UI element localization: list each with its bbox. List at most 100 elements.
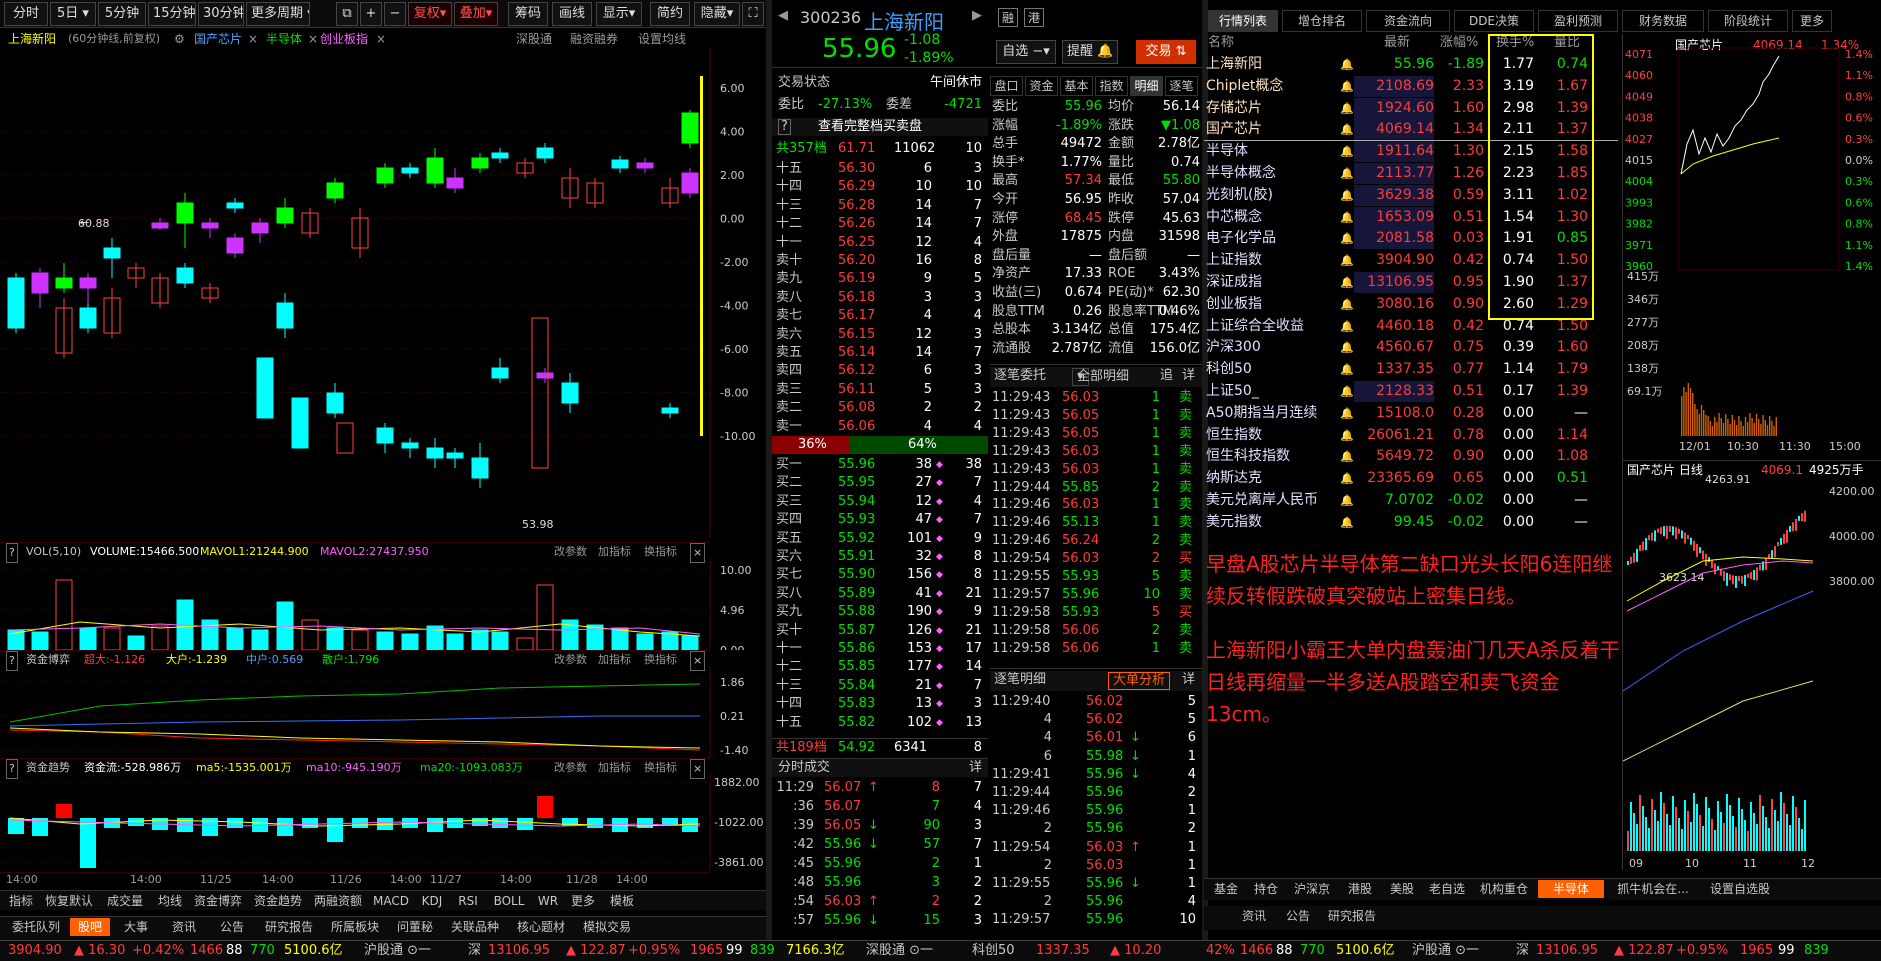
bell-icon[interactable]: 🔔 [1340,403,1354,424]
bell-icon[interactable]: 🔔 [1340,207,1354,228]
tag-close-icon[interactable]: × [376,29,386,49]
buy-row[interactable]: 十三 55.84 21 ◆ 7 [772,677,988,695]
indicator_tabs-tab[interactable]: KDJ [416,892,448,910]
entrust-detail-button[interactable]: 详 [1182,367,1195,385]
zoom-in-icon[interactable]: + [360,2,382,26]
indicator_tabs-tab[interactable]: 更多 [566,892,600,910]
zixuan-button[interactable]: 自选 −▾ [996,40,1056,64]
bottom_tabs-tab[interactable]: 资讯 [162,918,206,936]
kline-chart[interactable]: 6.00 4.00 2.00 0.00 -2.00 -4.00 -6.00 -8.00 -10.… [0,48,766,538]
sell-row[interactable]: 卖十 56.20 16 8 [772,252,988,270]
fenshi-detail-button[interactable]: 详 [969,759,982,777]
wl_bottom_tabs-tab[interactable]: 老自选 [1424,880,1470,898]
wl_bottom_tabs-tab[interactable]: 沪深京 [1288,880,1336,898]
draw-button[interactable]: 画线 [552,2,592,26]
buy-row[interactable]: 十四 55.83 13 ◆ 3 [772,695,988,713]
wl-tab[interactable]: DDE决策 [1454,10,1534,32]
entrust-filter[interactable]: 全部明细 ▾ [1072,368,1129,386]
bottom_tabs-tab[interactable]: 问董秘 [390,918,440,936]
bell-icon[interactable]: 🔔 [1340,316,1354,337]
indicator_tabs-tab[interactable]: BOLL [488,892,530,910]
help-icon[interactable]: ? [778,119,791,135]
col-pct[interactable]: 涨幅% [1440,34,1478,52]
bottom_tabs-tab[interactable]: 股吧 [70,918,110,936]
wl-tab[interactable]: 财务数据 [1622,10,1704,32]
buy-row[interactable]: 买五 55.92 101 ◆ 9 [772,530,988,548]
big-order-button[interactable]: 大单分析 [1108,672,1171,690]
buy-row[interactable]: 买一 55.96 38 ◆ 38 [772,456,988,474]
bell-icon[interactable]: 🔔 [1340,425,1354,446]
mid_bottom_tabs-tab[interactable]: 资讯 [1234,907,1274,925]
watchlist-row[interactable]: 科创50 🔔 1337.35 0.77 1.14 1.79 [1204,359,1618,380]
bottom_tabs-tab[interactable]: 核心题材 [510,918,572,936]
link-rzrq[interactable]: 融资融券 [570,29,618,49]
r-hgt[interactable]: 沪股通 ⊙一 [1412,941,1479,961]
bell-icon[interactable]: 🔔 [1340,250,1354,271]
mid_bottom_tabs-tab[interactable]: 公告 [1278,907,1318,925]
period-15min[interactable]: 15分钟 [148,2,196,26]
chip-button[interactable]: 筹码 [508,2,548,26]
tag-chuangye[interactable]: 创业板指 [320,29,368,49]
indicator_tabs-tab[interactable]: 资金趋势 [250,892,306,910]
buy-row[interactable]: 买三 55.94 12 ◆ 4 [772,493,988,511]
detail-more-button[interactable]: 详 [1182,671,1195,689]
bell-icon[interactable]: 🔔 [1340,381,1354,402]
period-fenshi[interactable]: 分时 [4,2,48,26]
tag-close-icon[interactable]: × [308,29,318,49]
wl-tab[interactable]: 阶段统计 [1708,10,1788,32]
bell-icon[interactable]: 🔔 [1340,294,1354,315]
bell-icon[interactable]: 🔔 [1340,446,1354,467]
quote-tab[interactable]: 基本 [1060,76,1093,96]
bell-icon[interactable]: 🔔 [1340,512,1354,533]
watchlist-row[interactable]: 美元指数 🔔 99.45 -0.02 0.00 — [1204,512,1618,533]
full-book-link[interactable]: 查看完整档买卖盘 [818,118,922,136]
period-more[interactable]: 更多周期 ▾ [246,2,310,26]
tag-close-icon[interactable]: × [248,29,258,49]
sell-row[interactable]: 卖一 56.06 4 4 [772,418,988,436]
quote-tab[interactable]: 逐笔 [1165,76,1198,96]
sh-index[interactable]: 3904.90 [8,941,62,961]
wl_bottom_tabs-tab[interactable]: 抓牛机会在... [1608,880,1698,898]
wl_bottom_tabs-tab[interactable]: 设置自选股 [1702,880,1778,898]
fuquan-button[interactable]: 复权▾ [408,2,452,26]
indicator_tabs-tab[interactable]: 均线 [154,892,186,910]
sgt-label[interactable]: 深股通 ⊙一 [866,941,933,961]
period-5day[interactable]: 5日 ▾ [50,2,96,26]
link-ma[interactable]: 设置均线 [638,29,686,49]
indicator_tabs-tab[interactable]: WR [534,892,562,910]
wl-tab[interactable]: 增仓排名 [1282,10,1362,32]
bell-icon[interactable]: 🔔 [1340,119,1354,140]
next-stock-icon[interactable]: ▶ [972,8,982,23]
sell-row[interactable]: 卖三 56.11 5 3 [772,381,988,399]
buy-row[interactable]: 十五 55.82 102 ◆ 13 [772,714,988,732]
buy-row[interactable]: 买七 55.90 156 ◆ 8 [772,566,988,584]
bell-icon[interactable]: 🔔 [1340,76,1354,97]
period-5min[interactable]: 5分钟 [98,2,146,26]
sell-row[interactable]: 卖四 56.12 6 3 [772,362,988,380]
overlay-button[interactable]: 叠加▾ [454,2,498,26]
bell-icon[interactable]: 🔔 [1340,141,1354,162]
wl_bottom_tabs-tab[interactable]: 港股 [1340,880,1380,898]
sell-row[interactable]: 卖二 56.08 2 2 [772,399,988,417]
quote-tab[interactable]: 明细 [1130,76,1163,96]
gang-badge[interactable]: 港 [1024,8,1045,27]
fullscreen-icon[interactable]: ⛶ [742,2,764,26]
sell-row[interactable]: 十三 56.28 14 7 [772,197,988,215]
prev-stock-icon[interactable]: ◀ [778,8,788,23]
quote-tab[interactable]: 资金 [1025,76,1058,96]
bottom_tabs-tab[interactable]: 大事 [114,918,158,936]
tag-bandaoti[interactable]: 半导体 [266,29,302,49]
watchlist-row[interactable]: 恒生指数 🔔 26061.21 0.78 0.00 1.14 [1204,425,1618,446]
bell-icon[interactable]: 🔔 [1340,228,1354,249]
bell-icon[interactable]: 🔔 [1340,468,1354,489]
entrust-track-button[interactable]: 追 [1160,367,1173,385]
hide-button[interactable]: 隐藏▾ [694,2,740,26]
rong-badge[interactable]: 融 [998,8,1019,27]
buy-row[interactable]: 买九 55.88 190 ◆ 9 [772,603,988,621]
wl_bottom_tabs-tab[interactable]: 半导体 [1538,880,1604,898]
settings-icon[interactable]: ⚙ [174,29,185,49]
indicator_tabs-tab[interactable]: 指标 [4,892,38,910]
mid_bottom_tabs-tab[interactable]: 研究报告 [1322,907,1382,925]
col-name[interactable]: 名称 [1208,34,1234,52]
sell-row[interactable]: 十五 56.30 6 3 [772,160,988,178]
